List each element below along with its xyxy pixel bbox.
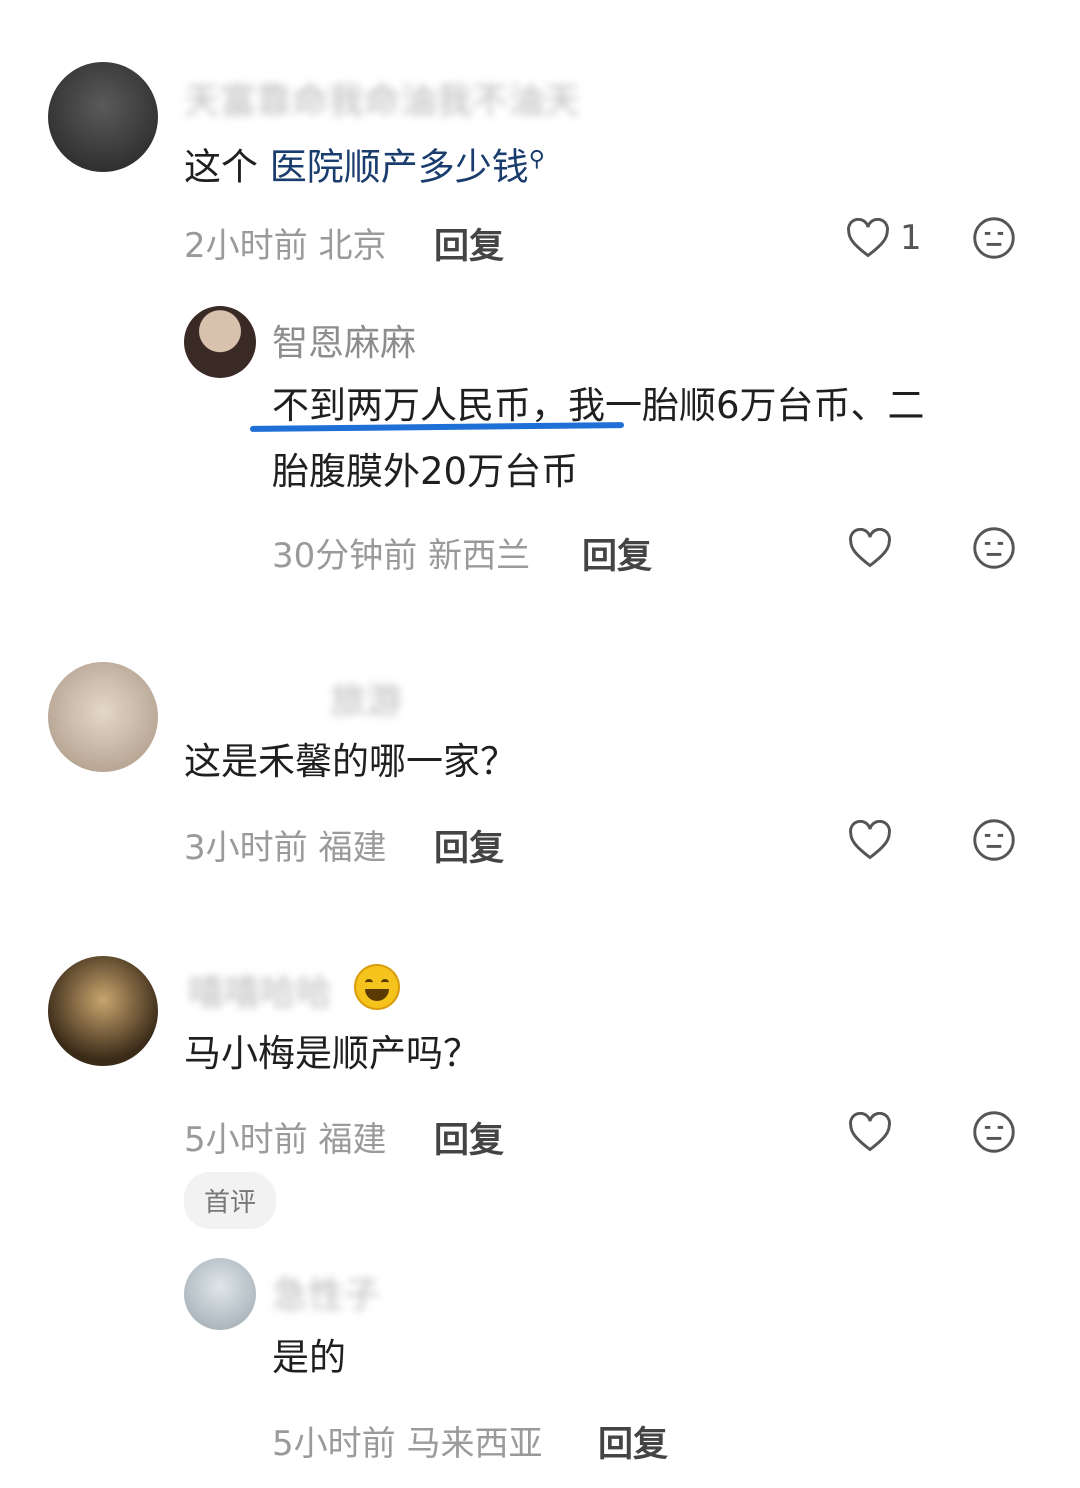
reply-button[interactable]: 回复 — [434, 218, 504, 269]
reply-button[interactable]: 回复 — [434, 1112, 504, 1163]
username[interactable]: 旅游 — [330, 672, 402, 724]
dislike-face-icon[interactable] — [972, 818, 1016, 862]
avatar[interactable] — [184, 306, 256, 378]
comment-time: 3小时前 — [184, 828, 308, 868]
comment-time: 5小时前 — [184, 1120, 308, 1160]
reply-button[interactable]: 回复 — [582, 528, 652, 579]
heart-icon[interactable] — [848, 820, 892, 862]
comment-meta: 3小时前 福建 — [184, 820, 386, 869]
comment-location: 北京 — [318, 226, 387, 266]
comment-meta: 5小时前 福建 — [184, 1112, 386, 1161]
first-comment-badge: 首评 — [184, 1172, 277, 1229]
search-link[interactable]: 医院顺产多少钱 — [270, 145, 529, 188]
avatar[interactable] — [48, 62, 158, 172]
username[interactable]: 嘻嘻哈哈 — [188, 964, 332, 1016]
like-count: 1 — [900, 218, 922, 258]
username[interactable]: 智恩麻麻 — [272, 314, 416, 366]
dislike-face-icon[interactable] — [972, 1110, 1016, 1154]
comment-prefix: 这个 — [184, 145, 270, 189]
comment-meta: 5小时前 马来西亚 — [272, 1416, 542, 1465]
comment-text: 马小梅是顺产吗？ — [184, 1032, 480, 1075]
comment-time: 30分钟前 — [272, 536, 418, 576]
dislike-face-icon[interactable] — [972, 216, 1016, 260]
comment-location: 马来西亚 — [406, 1424, 543, 1464]
dislike-face-icon[interactable] — [972, 526, 1016, 570]
comment-text: 这是禾馨的哪一家？ — [184, 740, 517, 783]
reply-button[interactable]: 回复 — [598, 1416, 668, 1467]
comment-time: 5小时前 — [272, 1424, 396, 1464]
grin-emoji-icon — [354, 964, 400, 1010]
heart-icon[interactable] — [848, 528, 892, 570]
username[interactable]: 急性子 — [272, 1266, 380, 1318]
comment-text-line2: 胎腹膜外20万台币 — [272, 450, 579, 493]
comment-text: 这个 医院顺产多少钱⚲ — [184, 128, 545, 199]
reply-button[interactable]: 回复 — [434, 820, 504, 871]
comment-text: 是的 — [272, 1336, 346, 1379]
comment-location: 福建 — [318, 1120, 387, 1160]
comment-location: 新西兰 — [428, 536, 531, 576]
heart-icon[interactable] — [846, 218, 890, 260]
comment-time: 2小时前 — [184, 226, 308, 266]
heart-icon[interactable] — [848, 1112, 892, 1154]
avatar[interactable] — [48, 956, 158, 1066]
avatar[interactable] — [48, 662, 158, 772]
avatar[interactable] — [184, 1258, 256, 1330]
comment-meta: 2小时前 北京 — [184, 218, 386, 267]
comment-location: 福建 — [318, 828, 387, 868]
username[interactable]: 天富靠命我命油我不油天 — [184, 72, 580, 124]
comment-meta: 30分钟前 新西兰 — [272, 528, 530, 577]
search-icon[interactable]: ⚲ — [529, 147, 545, 172]
